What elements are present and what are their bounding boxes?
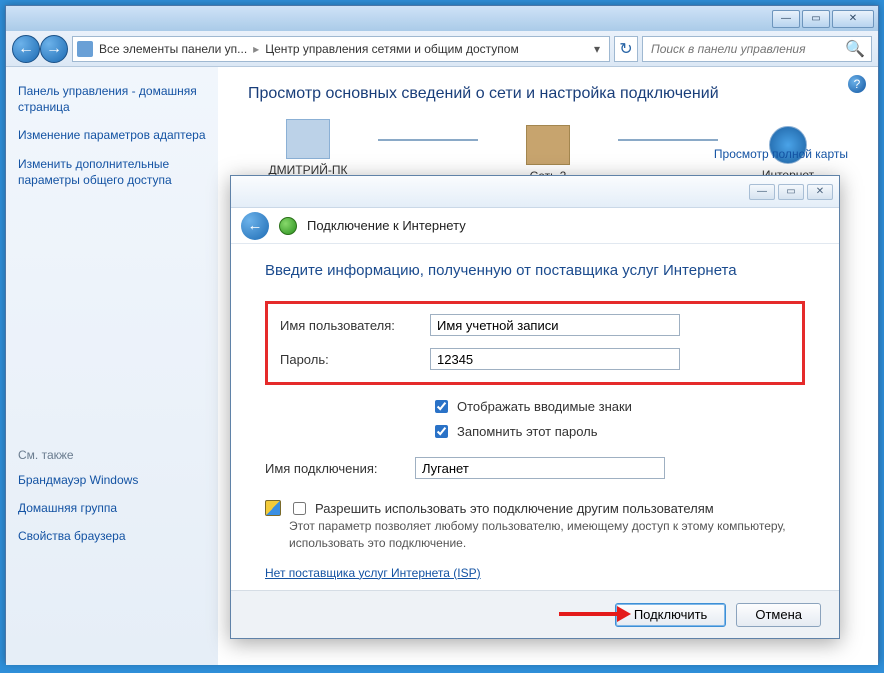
window-titlebar: — ▭ ✕ <box>6 6 878 31</box>
dialog-heading: Введите информацию, полученную от постав… <box>265 262 805 279</box>
username-input[interactable] <box>430 314 680 336</box>
show-characters-checkbox[interactable] <box>435 400 448 413</box>
sidebar-home-link[interactable]: Панель управления - домашняя страница <box>18 83 206 115</box>
nav-forward-button[interactable]: → <box>40 35 68 63</box>
sidebar-browser-link[interactable]: Свойства браузера <box>18 528 206 544</box>
connection-name-label: Имя подключения: <box>265 461 415 476</box>
breadcrumb-dropdown[interactable]: ▾ <box>589 42 605 56</box>
search-icon[interactable]: 🔍 <box>845 39 865 59</box>
password-label: Пароль: <box>280 352 430 367</box>
dialog-body: Введите информацию, полученную от постав… <box>231 244 839 580</box>
remember-password-label: Запомнить этот пароль <box>457 424 598 439</box>
username-label: Имя пользователя: <box>280 318 430 333</box>
dialog-maximize-button[interactable]: ▭ <box>778 184 804 200</box>
breadcrumb-item[interactable]: Все элементы панели уп... <box>99 42 247 56</box>
connect-dialog: — ▭ ✕ ← Подключение к Интернету Введите … <box>230 175 840 639</box>
sidebar: Панель управления - домашняя страница Из… <box>6 67 218 665</box>
refresh-button[interactable]: ↻ <box>614 36 638 62</box>
computer-icon <box>286 119 330 159</box>
dialog-close-button[interactable]: ✕ <box>807 184 833 200</box>
connect-button[interactable]: Подключить <box>615 603 727 627</box>
nav-back-button[interactable]: ← <box>12 35 40 63</box>
connection-name-input[interactable] <box>415 457 665 479</box>
password-input[interactable] <box>430 348 680 370</box>
arrow-annotation <box>559 612 619 616</box>
dialog-title: Подключение к Интернету <box>307 218 466 233</box>
network-icon <box>77 41 93 57</box>
sidebar-homegroup-link[interactable]: Домашняя группа <box>18 500 206 516</box>
full-map-link[interactable]: Просмотр полной карты <box>714 147 848 161</box>
show-characters-label: Отображать вводимые знаки <box>457 399 632 414</box>
sidebar-firewall-link[interactable]: Брандмауэр Windows <box>18 472 206 488</box>
see-also-heading: См. также <box>18 448 206 462</box>
globe-icon <box>279 217 297 235</box>
dialog-minimize-button[interactable]: — <box>749 184 775 200</box>
sidebar-sharing-link[interactable]: Изменить дополнительные параметры общего… <box>18 156 206 188</box>
page-title: Просмотр основных сведений о сети и наст… <box>248 85 848 103</box>
chevron-right-icon: ▸ <box>253 42 259 56</box>
maximize-button[interactable]: ▭ <box>802 10 830 28</box>
connection-line <box>618 139 718 141</box>
connection-line <box>378 139 478 141</box>
breadcrumb-item[interactable]: Центр управления сетями и общим доступом <box>265 42 519 56</box>
no-isp-link[interactable]: Нет поставщика услуг Интернета (ISP) <box>265 566 805 580</box>
search-input[interactable] <box>649 41 845 57</box>
allow-others-checkbox[interactable] <box>293 502 306 515</box>
dialog-header: ← Подключение к Интернету <box>231 208 839 244</box>
search-box: 🔍 <box>642 36 872 62</box>
cancel-button[interactable]: Отмена <box>736 603 821 627</box>
dialog-footer: Подключить Отмена <box>231 590 839 638</box>
help-button[interactable]: ? <box>848 75 866 93</box>
allow-others-label: Разрешить использовать это подключение д… <box>315 501 714 516</box>
sidebar-adapter-link[interactable]: Изменение параметров адаптера <box>18 127 206 143</box>
allow-others-hint: Этот параметр позволяет любому пользоват… <box>289 518 805 552</box>
highlight-box: Имя пользователя: Пароль: <box>265 301 805 385</box>
remember-password-checkbox[interactable] <box>435 425 448 438</box>
close-button[interactable]: ✕ <box>832 10 874 28</box>
minimize-button[interactable]: — <box>772 10 800 28</box>
network-icon <box>526 125 570 165</box>
breadcrumb-bar[interactable]: Все элементы панели уп... ▸ Центр управл… <box>72 36 610 62</box>
dialog-titlebar: — ▭ ✕ <box>231 176 839 208</box>
address-bar-strip: ← → Все элементы панели уп... ▸ Центр уп… <box>6 31 878 67</box>
shield-icon <box>265 500 281 516</box>
dialog-back-button[interactable]: ← <box>241 212 269 240</box>
